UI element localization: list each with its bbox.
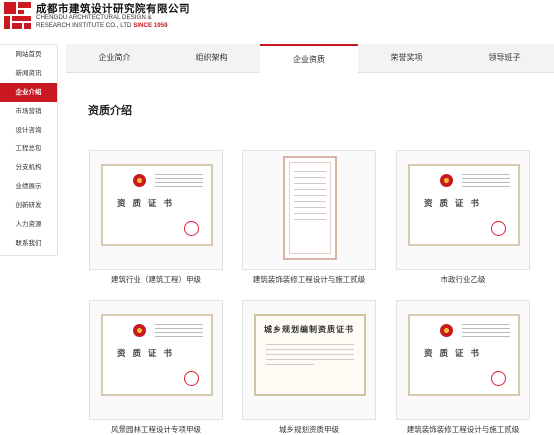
certificate-image[interactable]: 资 质 证 书	[396, 300, 530, 420]
certificate-card[interactable]: 资 质 证 书 风景园林工程设计专项甲级	[89, 300, 223, 435]
certificate-image[interactable]: 资 质 证 书	[89, 300, 223, 420]
site-header: 成都市建筑设计研究院有限公司 CHENGDU ARCHITECTURAL DES…	[0, 0, 554, 36]
certificate-card[interactable]: 资 质 证 书 建筑行业（建筑工程）甲级	[89, 150, 223, 285]
tab-qualifications[interactable]: 企业资质	[260, 44, 358, 76]
certificate-title: 资 质 证 书	[424, 199, 481, 209]
sidebar-item-home[interactable]: 网站首页	[0, 45, 57, 64]
certificate-thumbnail	[283, 156, 337, 260]
sidebar-item-news[interactable]: 新闻资讯	[0, 64, 57, 83]
since-label: SINCE 1959	[133, 21, 168, 29]
tab-leadership[interactable]: 领导班子	[455, 44, 554, 72]
national-emblem-icon	[440, 324, 453, 337]
certificate-title: 资 质 证 书	[424, 349, 481, 359]
certificate-image[interactable]: 城乡规划编制资质证书	[242, 300, 376, 420]
certificate-card[interactable]: 城乡规划编制资质证书 城乡规划资质甲级	[242, 300, 376, 435]
tab-honors[interactable]: 荣誉奖项	[358, 44, 455, 72]
certificate-caption[interactable]: 城乡规划资质甲级	[242, 424, 376, 435]
national-emblem-icon	[440, 174, 453, 187]
sidebar-item-hr[interactable]: 人力资源	[0, 215, 57, 234]
sidebar-item-contact[interactable]: 联系我们	[0, 234, 57, 253]
certificate-title: 城乡规划编制资质证书	[264, 325, 354, 334]
sidebar-item-projects[interactable]: 业绩展示	[0, 177, 57, 196]
certificate-caption[interactable]: 建筑行业（建筑工程）甲级	[89, 274, 223, 285]
national-emblem-icon	[133, 324, 146, 337]
certificate-card[interactable]: 资 质 证 书 市政行业乙级	[396, 150, 530, 285]
seal-icon	[491, 371, 506, 386]
sidebar-item-innovation[interactable]: 创新研发	[0, 196, 57, 215]
certificate-card[interactable]: 资 质 证 书 建筑装饰装修工程设计与施工贰级	[396, 300, 530, 435]
certificate-caption[interactable]: 建筑装饰装修工程设计与施工贰级	[242, 274, 376, 285]
seal-icon	[184, 221, 199, 236]
certificate-caption[interactable]: 建筑装饰装修工程设计与施工贰级	[396, 424, 530, 435]
certificate-title: 资 质 证 书	[117, 199, 174, 209]
company-name-en-line1: CHENGDU ARCHITECTURAL DESIGN &	[36, 14, 152, 21]
tab-bar: 企业简介 组织架构 企业资质 荣誉奖项 领导班子	[66, 44, 554, 76]
certificate-image[interactable]	[242, 150, 376, 270]
certificate-caption[interactable]: 风景园林工程设计专项甲级	[89, 424, 223, 435]
sidebar-item-epc[interactable]: 工程总包	[0, 139, 57, 158]
tab-profile[interactable]: 企业简介	[66, 44, 163, 72]
sidebar-item-about[interactable]: 企业介绍	[0, 82, 57, 102]
certificate-title: 资 质 证 书	[117, 349, 174, 359]
certificate-image[interactable]: 资 质 证 书	[89, 150, 223, 270]
sidebar-item-design[interactable]: 设计咨询	[0, 121, 57, 140]
certificate-card[interactable]: 建筑装饰装修工程设计与施工贰级	[242, 150, 376, 285]
company-logo[interactable]	[4, 2, 31, 29]
section-title: 资质介绍	[88, 104, 132, 117]
national-emblem-icon	[133, 174, 146, 187]
qualifications-panel: 资质介绍 资 质 证 书 建筑行业（建筑工程）甲级 建筑装饰装修工程设计与施工贰…	[66, 73, 554, 435]
company-name-en-line2: RESEARCH INSTITUTE CO., LTD	[36, 21, 132, 29]
certificate-thumbnail: 资 质 证 书	[408, 314, 520, 396]
sidebar-nav: 网站首页 新闻资讯 企业介绍 市场营销 设计咨询 工程总包 分支机构 业绩展示 …	[0, 44, 58, 256]
seal-icon	[184, 371, 199, 386]
certificate-thumbnail: 城乡规划编制资质证书	[254, 314, 366, 396]
certificate-thumbnail: 资 质 证 书	[101, 314, 213, 396]
sidebar-item-branches[interactable]: 分支机构	[0, 158, 57, 177]
tab-organization[interactable]: 组织架构	[163, 44, 260, 72]
sidebar-item-marketing[interactable]: 市场营销	[0, 102, 57, 121]
certificate-thumbnail: 资 质 证 书	[408, 164, 520, 246]
content-area: 企业简介 组织架构 企业资质 荣誉奖项 领导班子 资质介绍 资 质 证 书 建筑…	[66, 44, 554, 435]
seal-icon	[491, 221, 506, 236]
certificate-thumbnail: 资 质 证 书	[101, 164, 213, 246]
company-name-en: CHENGDU ARCHITECTURAL DESIGN & RESEARCH …	[36, 14, 168, 29]
certificate-caption[interactable]: 市政行业乙级	[396, 274, 530, 285]
certificate-image[interactable]: 资 质 证 书	[396, 150, 530, 270]
